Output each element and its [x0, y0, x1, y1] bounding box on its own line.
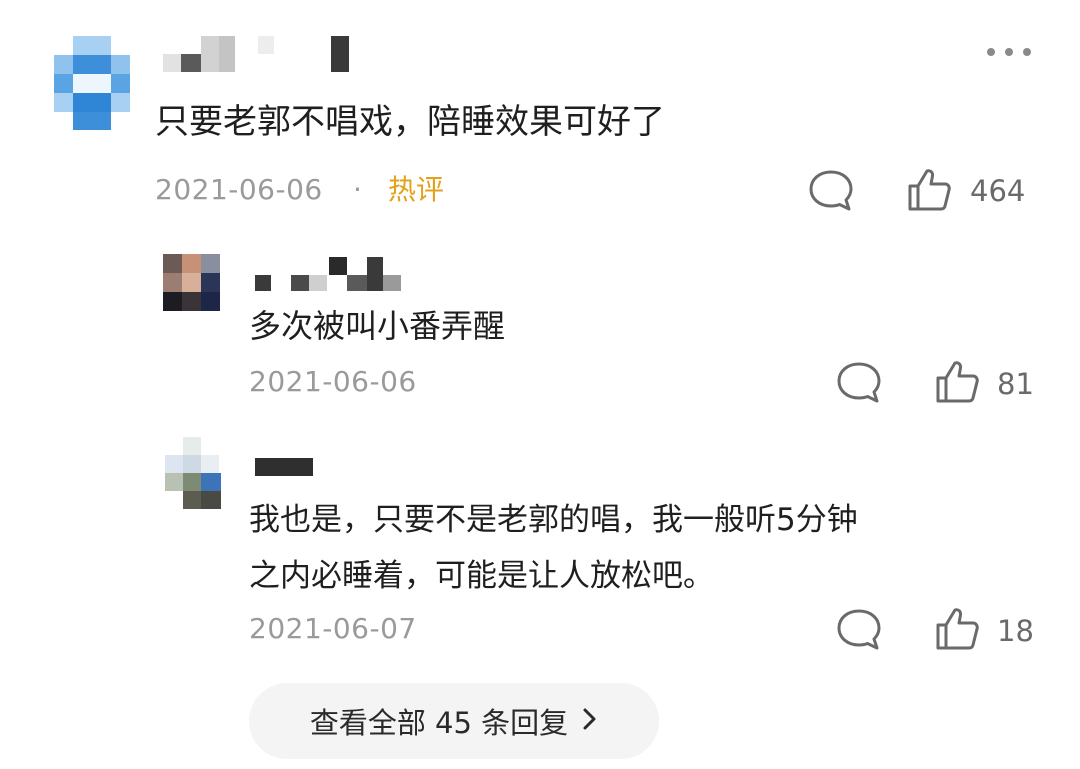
comment-bubble-icon[interactable]: [835, 360, 883, 406]
more-dots-icon[interactable]: [985, 44, 1033, 60]
chevron-right-icon: [582, 704, 598, 738]
hot-comment-badge: 热评: [388, 173, 445, 206]
reply-date: 2021-06-06: [249, 365, 417, 398]
like-count: 81: [997, 367, 1034, 401]
like-count: 464: [970, 174, 1026, 208]
comment-date: 2021-06-06: [155, 173, 323, 206]
thumbs-up-icon[interactable]: [933, 605, 981, 653]
username[interactable]: [255, 456, 315, 478]
username[interactable]: [255, 255, 415, 295]
thumbs-up-icon[interactable]: [905, 166, 953, 214]
view-all-replies-button[interactable]: 查看全部 45 条回复: [249, 683, 659, 759]
avatar[interactable]: [163, 254, 220, 311]
comment-text: 只要老郭不唱戏，陪睡效果可好了: [155, 102, 665, 142]
avatar[interactable]: [54, 36, 130, 130]
view-all-label: 查看全部 45 条回复: [309, 706, 569, 740]
thumbs-up-icon[interactable]: [933, 358, 981, 406]
reply-text-line: 之内必睡着，可能是让人放松吧。: [249, 558, 714, 594]
reply-date: 2021-06-07: [249, 612, 417, 645]
comment-bubble-icon[interactable]: [835, 607, 883, 653]
like-count: 18: [997, 614, 1034, 648]
meta-separator: ·: [353, 173, 362, 206]
avatar[interactable]: [165, 437, 221, 511]
reply-text: 多次被叫小番弄醒: [249, 307, 506, 345]
reply-text-line: 我也是，只要不是老郭的唱，我一般听5分钟: [249, 502, 858, 538]
comment-bubble-icon[interactable]: [807, 168, 855, 214]
username[interactable]: [163, 36, 363, 76]
